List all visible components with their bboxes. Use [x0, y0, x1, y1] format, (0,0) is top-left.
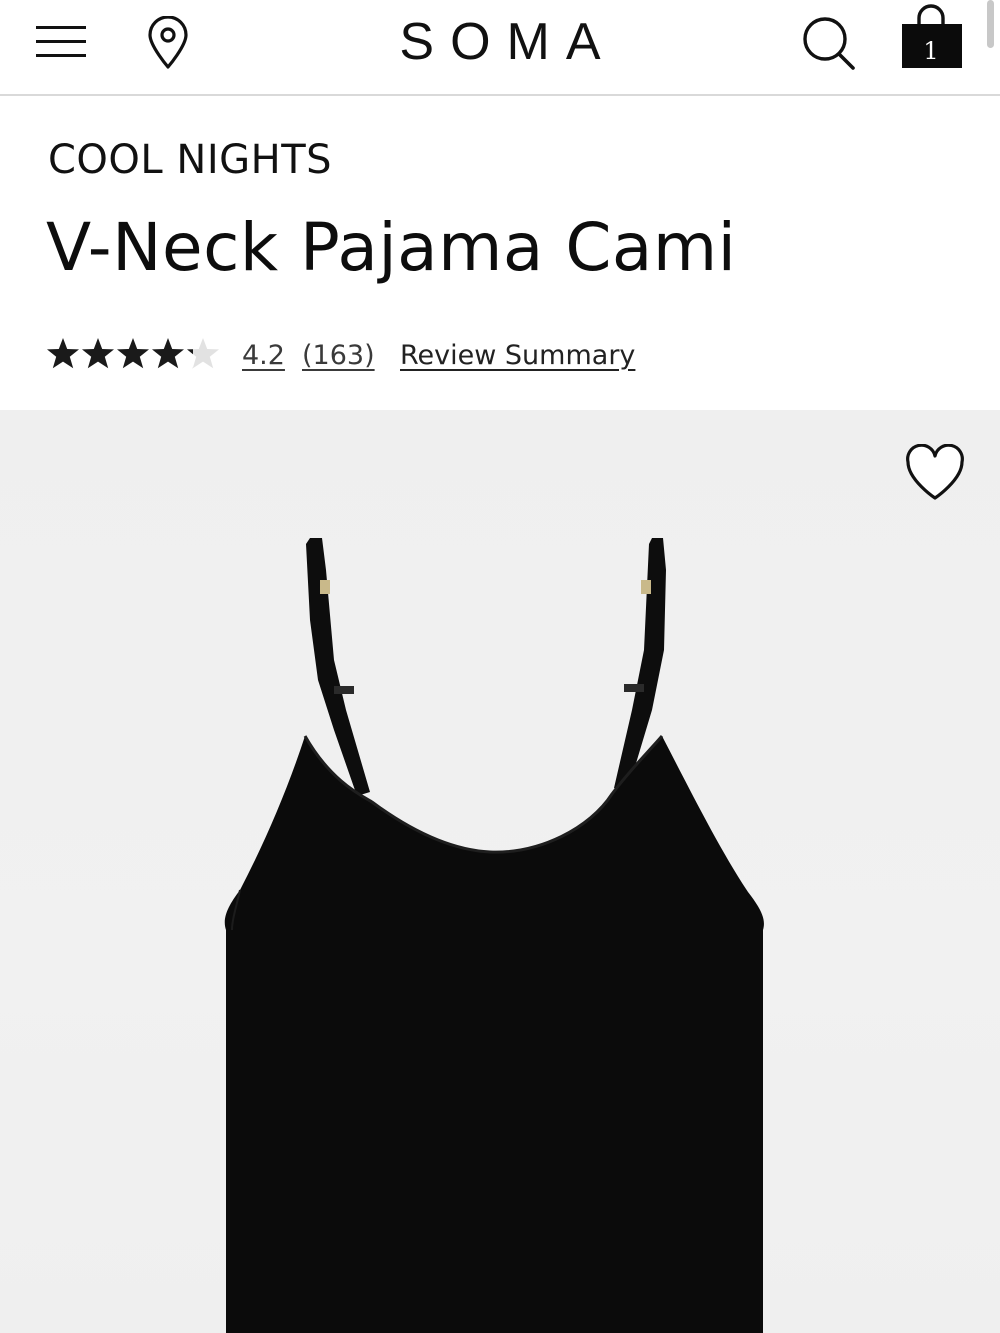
- map-pin-icon[interactable]: [146, 15, 190, 70]
- rating-row: 4.2 (163) Review Summary: [46, 332, 746, 376]
- search-icon[interactable]: [800, 14, 858, 72]
- review-summary-link[interactable]: Review Summary: [400, 336, 635, 376]
- product-title: V-Neck Pajama Cami: [46, 209, 737, 286]
- cart-count-badge: 1: [923, 37, 939, 65]
- collection-name[interactable]: COOL NIGHTS: [48, 136, 748, 184]
- shopping-bag-icon[interactable]: 1: [900, 2, 966, 70]
- star-icon: [47, 338, 79, 369]
- star-icon: [82, 338, 114, 369]
- cami-garment-image: [224, 538, 764, 1333]
- scrollbar-thumb[interactable]: [987, 0, 994, 48]
- product-image[interactable]: [0, 410, 1000, 1333]
- site-header: SOMA 1: [0, 0, 1000, 96]
- star-icon: [117, 338, 149, 369]
- review-count-link[interactable]: (163): [302, 336, 375, 376]
- star-rating[interactable]: [46, 334, 222, 374]
- hamburger-menu-icon[interactable]: [36, 24, 88, 60]
- star-icon: [187, 338, 219, 369]
- star-icon: [152, 338, 184, 369]
- rating-value-link[interactable]: 4.2: [242, 336, 285, 376]
- brand-logo[interactable]: SOMA: [360, 10, 640, 74]
- heart-outline-icon[interactable]: [904, 443, 966, 502]
